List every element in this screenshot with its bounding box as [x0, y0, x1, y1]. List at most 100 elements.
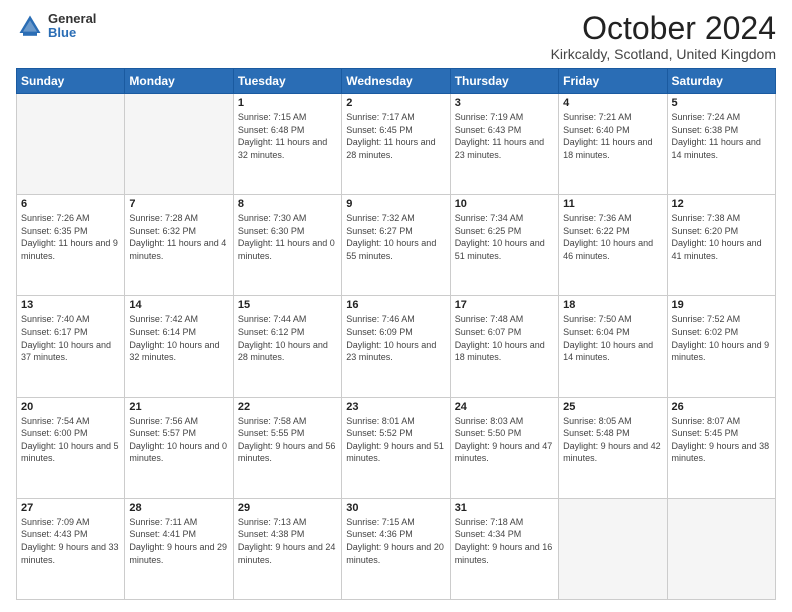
day-info: Sunrise: 7:19 AMSunset: 6:43 PMDaylight:… [455, 111, 554, 161]
calendar-week-4: 27Sunrise: 7:09 AMSunset: 4:43 PMDayligh… [17, 498, 776, 599]
table-row: 10 Sunrise: 7:34 AMSunset: 6:25 PMDayligh… [450, 195, 558, 296]
table-row: 6 Sunrise: 7:26 AMSunset: 6:35 PMDaylight… [17, 195, 125, 296]
table-row: 9 Sunrise: 7:32 AMSunset: 6:27 PMDaylight… [342, 195, 450, 296]
day-number: 6 [21, 198, 120, 210]
table-row: 1 Sunrise: 7:15 AMSunset: 6:48 PMDaylight… [233, 94, 341, 195]
day-info: Sunrise: 7:52 AMSunset: 6:02 PMDaylight:… [672, 313, 771, 363]
day-number: 17 [455, 299, 554, 311]
col-thursday: Thursday [450, 69, 558, 94]
day-info: Sunrise: 7:42 AMSunset: 6:14 PMDaylight:… [129, 313, 228, 363]
header: General Blue October 2024 Kirkcaldy, Sco… [16, 12, 776, 62]
table-row: 2 Sunrise: 7:17 AMSunset: 6:45 PMDaylight… [342, 94, 450, 195]
day-number: 29 [238, 502, 337, 514]
table-row: 19 Sunrise: 7:52 AMSunset: 6:02 PMDayligh… [667, 296, 775, 397]
table-row: 17 Sunrise: 7:48 AMSunset: 6:07 PMDayligh… [450, 296, 558, 397]
calendar-location: Kirkcaldy, Scotland, United Kingdom [551, 46, 776, 62]
table-row: 16Sunrise: 7:46 AMSunset: 6:09 PMDayligh… [342, 296, 450, 397]
day-number: 1 [238, 97, 337, 109]
day-info: Sunrise: 7:21 AMSunset: 6:40 PMDaylight:… [563, 111, 662, 161]
day-number: 4 [563, 97, 662, 109]
day-number: 14 [129, 299, 228, 311]
table-row: 4 Sunrise: 7:21 AMSunset: 6:40 PMDaylight… [559, 94, 667, 195]
day-number: 8 [238, 198, 337, 210]
title-block: October 2024 Kirkcaldy, Scotland, United… [551, 12, 776, 62]
day-number: 31 [455, 502, 554, 514]
day-number: 22 [238, 401, 337, 413]
day-number: 9 [346, 198, 445, 210]
table-row: 28 Sunrise: 7:11 AMSunset: 4:41 PMDayligh… [125, 498, 233, 599]
day-info: Sunrise: 7:32 AMSunset: 6:27 PMDaylight:… [346, 212, 445, 262]
calendar-table: Sunday Monday Tuesday Wednesday Thursday… [16, 68, 776, 600]
day-number: 23 [346, 401, 445, 413]
table-row: 21 Sunrise: 7:56 AMSunset: 5:57 PMDayligh… [125, 397, 233, 498]
day-info: Sunrise: 7:15 AMSunset: 4:36 PMDaylight:… [346, 516, 445, 566]
calendar-week-1: 6 Sunrise: 7:26 AMSunset: 6:35 PMDaylight… [17, 195, 776, 296]
day-number: 5 [672, 97, 771, 109]
day-info: Sunrise: 7:17 AMSunset: 6:45 PMDaylight:… [346, 111, 445, 161]
calendar-title: October 2024 [551, 12, 776, 44]
table-row: 31 Sunrise: 7:18 AMSunset: 4:34 PMDayligh… [450, 498, 558, 599]
calendar-week-2: 13Sunrise: 7:40 AMSunset: 6:17 PMDayligh… [17, 296, 776, 397]
col-friday: Friday [559, 69, 667, 94]
logo: General Blue [16, 12, 96, 41]
day-number: 24 [455, 401, 554, 413]
day-number: 3 [455, 97, 554, 109]
table-row [125, 94, 233, 195]
day-info: Sunrise: 7:24 AMSunset: 6:38 PMDaylight:… [672, 111, 771, 161]
day-number: 19 [672, 299, 771, 311]
day-number: 30 [346, 502, 445, 514]
day-info: Sunrise: 7:18 AMSunset: 4:34 PMDaylight:… [455, 516, 554, 566]
day-number: 26 [672, 401, 771, 413]
table-row: 25Sunrise: 8:05 AMSunset: 5:48 PMDayligh… [559, 397, 667, 498]
logo-text: General Blue [48, 12, 96, 41]
day-info: Sunrise: 7:34 AMSunset: 6:25 PMDaylight:… [455, 212, 554, 262]
day-info: Sunrise: 7:30 AMSunset: 6:30 PMDaylight:… [238, 212, 337, 262]
table-row: 30 Sunrise: 7:15 AMSunset: 4:36 PMDayligh… [342, 498, 450, 599]
table-row: 24 Sunrise: 8:03 AMSunset: 5:50 PMDayligh… [450, 397, 558, 498]
day-number: 20 [21, 401, 120, 413]
table-row [17, 94, 125, 195]
col-tuesday: Tuesday [233, 69, 341, 94]
day-number: 18 [563, 299, 662, 311]
day-number: 15 [238, 299, 337, 311]
day-number: 2 [346, 97, 445, 109]
table-row: 22 Sunrise: 7:58 AMSunset: 5:55 PMDayligh… [233, 397, 341, 498]
day-info: Sunrise: 8:03 AMSunset: 5:50 PMDaylight:… [455, 415, 554, 465]
page: General Blue October 2024 Kirkcaldy, Sco… [0, 0, 792, 612]
day-info: Sunrise: 7:28 AMSunset: 6:32 PMDaylight:… [129, 212, 228, 262]
day-info: Sunrise: 7:54 AMSunset: 6:00 PMDaylight:… [21, 415, 120, 465]
day-info: Sunrise: 7:36 AMSunset: 6:22 PMDaylight:… [563, 212, 662, 262]
day-info: Sunrise: 7:40 AMSunset: 6:17 PMDaylight:… [21, 313, 120, 363]
table-row: 14 Sunrise: 7:42 AMSunset: 6:14 PMDayligh… [125, 296, 233, 397]
day-info: Sunrise: 7:11 AMSunset: 4:41 PMDaylight:… [129, 516, 228, 566]
calendar-week-0: 1 Sunrise: 7:15 AMSunset: 6:48 PMDaylight… [17, 94, 776, 195]
day-number: 25 [563, 401, 662, 413]
day-info: Sunrise: 7:09 AMSunset: 4:43 PMDaylight:… [21, 516, 120, 566]
day-info: Sunrise: 7:48 AMSunset: 6:07 PMDaylight:… [455, 313, 554, 363]
day-number: 21 [129, 401, 228, 413]
day-number: 28 [129, 502, 228, 514]
table-row: 26Sunrise: 8:07 AMSunset: 5:45 PMDayligh… [667, 397, 775, 498]
calendar-header-row: Sunday Monday Tuesday Wednesday Thursday… [17, 69, 776, 94]
col-monday: Monday [125, 69, 233, 94]
table-row [667, 498, 775, 599]
logo-general-text: General [48, 12, 96, 26]
day-number: 10 [455, 198, 554, 210]
table-row: 18Sunrise: 7:50 AMSunset: 6:04 PMDayligh… [559, 296, 667, 397]
table-row: 13Sunrise: 7:40 AMSunset: 6:17 PMDayligh… [17, 296, 125, 397]
day-info: Sunrise: 7:13 AMSunset: 4:38 PMDaylight:… [238, 516, 337, 566]
day-info: Sunrise: 7:38 AMSunset: 6:20 PMDaylight:… [672, 212, 771, 262]
table-row: 15Sunrise: 7:44 AMSunset: 6:12 PMDayligh… [233, 296, 341, 397]
day-info: Sunrise: 7:46 AMSunset: 6:09 PMDaylight:… [346, 313, 445, 363]
day-info: Sunrise: 8:01 AMSunset: 5:52 PMDaylight:… [346, 415, 445, 465]
day-info: Sunrise: 7:26 AMSunset: 6:35 PMDaylight:… [21, 212, 120, 262]
day-info: Sunrise: 7:56 AMSunset: 5:57 PMDaylight:… [129, 415, 228, 465]
table-row: 12Sunrise: 7:38 AMSunset: 6:20 PMDayligh… [667, 195, 775, 296]
day-info: Sunrise: 7:58 AMSunset: 5:55 PMDaylight:… [238, 415, 337, 465]
table-row: 3 Sunrise: 7:19 AMSunset: 6:43 PMDaylight… [450, 94, 558, 195]
table-row [559, 498, 667, 599]
day-info: Sunrise: 7:15 AMSunset: 6:48 PMDaylight:… [238, 111, 337, 161]
calendar-week-3: 20 Sunrise: 7:54 AMSunset: 6:00 PMDayligh… [17, 397, 776, 498]
day-number: 11 [563, 198, 662, 210]
table-row: 8 Sunrise: 7:30 AMSunset: 6:30 PMDaylight… [233, 195, 341, 296]
